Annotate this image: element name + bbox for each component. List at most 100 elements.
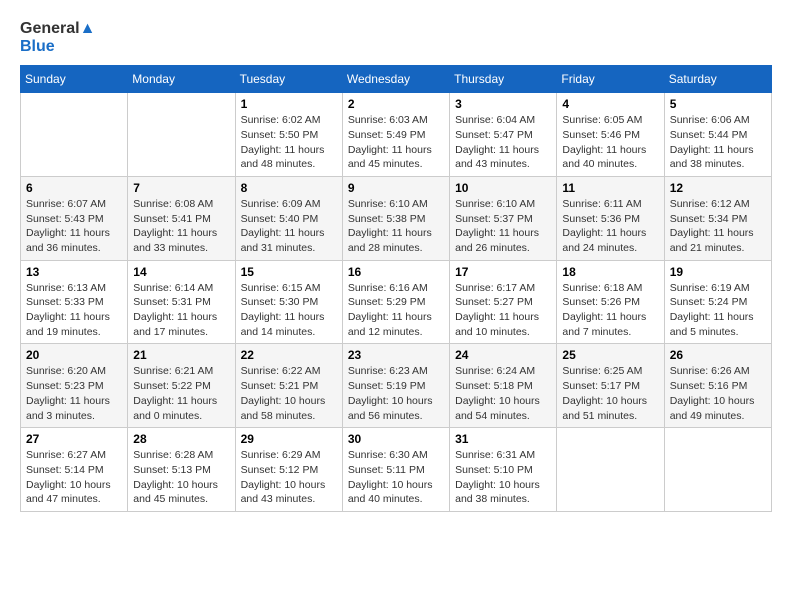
cell-text: Sunrise: 6:10 AM Sunset: 5:37 PM Dayligh… [455, 197, 551, 256]
cell-text: Sunrise: 6:02 AM Sunset: 5:50 PM Dayligh… [241, 113, 337, 172]
day-number: 8 [241, 181, 337, 195]
cell-text: Sunrise: 6:24 AM Sunset: 5:18 PM Dayligh… [455, 364, 551, 423]
header-cell-wednesday: Wednesday [342, 66, 449, 93]
calendar-cell: 11 Sunrise: 6:11 AM Sunset: 5:36 PM Dayli… [557, 176, 664, 260]
calendar-cell: 22Sunrise: 6:22 AM Sunset: 5:21 PM Dayli… [235, 344, 342, 428]
day-number: 24 [455, 348, 551, 362]
week-row-3: 13Sunrise: 6:13 AM Sunset: 5:33 PM Dayli… [21, 260, 772, 344]
day-number: 14 [133, 265, 229, 279]
calendar-cell: 24 Sunrise: 6:24 AM Sunset: 5:18 PM Dayli… [450, 344, 557, 428]
calendar-cell: 25 Sunrise: 6:25 AM Sunset: 5:17 PM Dayli… [557, 344, 664, 428]
day-number: 31 [455, 432, 551, 446]
calendar-cell: 27 Sunrise: 6:27 AM Sunset: 5:14 PM Dayli… [21, 428, 128, 512]
calendar-cell [128, 93, 235, 177]
calendar-cell: 10 Sunrise: 6:10 AM Sunset: 5:37 PM Dayli… [450, 176, 557, 260]
cell-text: Sunrise: 6:18 AM Sunset: 5:26 PM Dayligh… [562, 281, 658, 340]
header-cell-monday: Monday [128, 66, 235, 93]
calendar-cell: 30 Sunrise: 6:30 AM Sunset: 5:11 PM Dayli… [342, 428, 449, 512]
calendar-cell: 19Sunrise: 6:19 AM Sunset: 5:24 PM Dayli… [664, 260, 771, 344]
header-cell-thursday: Thursday [450, 66, 557, 93]
calendar-cell: 13Sunrise: 6:13 AM Sunset: 5:33 PM Dayli… [21, 260, 128, 344]
cell-text: Sunrise: 6:09 AM Sunset: 5:40 PM Dayligh… [241, 197, 337, 256]
day-number: 2 [348, 97, 444, 111]
header-row: SundayMondayTuesdayWednesdayThursdayFrid… [21, 66, 772, 93]
cell-text: Sunrise: 6:15 AM Sunset: 5:30 PM Dayligh… [241, 281, 337, 340]
day-number: 6 [26, 181, 122, 195]
cell-text: Sunrise: 6:23 AM Sunset: 5:19 PM Dayligh… [348, 364, 444, 423]
cell-text: Sunrise: 6:20 AM Sunset: 5:23 PM Dayligh… [26, 364, 122, 423]
cell-text: Sunrise: 6:27 AM Sunset: 5:14 PM Dayligh… [26, 448, 122, 507]
calendar-cell: 26 Sunrise: 6:26 AM Sunset: 5:16 PM Dayli… [664, 344, 771, 428]
cell-text: Sunrise: 6:11 AM Sunset: 5:36 PM Dayligh… [562, 197, 658, 256]
day-number: 12 [670, 181, 766, 195]
calendar-cell: 28 Sunrise: 6:28 AM Sunset: 5:13 PM Dayli… [128, 428, 235, 512]
cell-text: Sunrise: 6:12 AM Sunset: 5:34 PM Dayligh… [670, 197, 766, 256]
calendar-cell: 16Sunrise: 6:16 AM Sunset: 5:29 PM Dayli… [342, 260, 449, 344]
calendar-cell: 4 Sunrise: 6:05 AM Sunset: 5:46 PM Daylig… [557, 93, 664, 177]
calendar-cell: 5 Sunrise: 6:06 AM Sunset: 5:44 PM Daylig… [664, 93, 771, 177]
calendar-cell: 29 Sunrise: 6:29 AM Sunset: 5:12 PM Dayli… [235, 428, 342, 512]
logo-blue: Blue [20, 38, 55, 56]
cell-text: Sunrise: 6:04 AM Sunset: 5:47 PM Dayligh… [455, 113, 551, 172]
cell-text: Sunrise: 6:05 AM Sunset: 5:46 PM Dayligh… [562, 113, 658, 172]
day-number: 29 [241, 432, 337, 446]
header-cell-sunday: Sunday [21, 66, 128, 93]
cell-text: Sunrise: 6:07 AM Sunset: 5:43 PM Dayligh… [26, 197, 122, 256]
cell-text: Sunrise: 6:17 AM Sunset: 5:27 PM Dayligh… [455, 281, 551, 340]
day-number: 28 [133, 432, 229, 446]
cell-text: Sunrise: 6:10 AM Sunset: 5:38 PM Dayligh… [348, 197, 444, 256]
cell-text: Sunrise: 6:28 AM Sunset: 5:13 PM Dayligh… [133, 448, 229, 507]
calendar-cell: 31 Sunrise: 6:31 AM Sunset: 5:10 PM Dayli… [450, 428, 557, 512]
day-number: 1 [241, 97, 337, 111]
day-number: 3 [455, 97, 551, 111]
cell-text: Sunrise: 6:26 AM Sunset: 5:16 PM Dayligh… [670, 364, 766, 423]
cell-text: Sunrise: 6:31 AM Sunset: 5:10 PM Dayligh… [455, 448, 551, 507]
day-number: 7 [133, 181, 229, 195]
header-cell-tuesday: Tuesday [235, 66, 342, 93]
day-number: 17 [455, 265, 551, 279]
calendar-cell: 12 Sunrise: 6:12 AM Sunset: 5:34 PM Dayli… [664, 176, 771, 260]
day-number: 10 [455, 181, 551, 195]
day-number: 9 [348, 181, 444, 195]
cell-text: Sunrise: 6:21 AM Sunset: 5:22 PM Dayligh… [133, 364, 229, 423]
cell-text: Sunrise: 6:25 AM Sunset: 5:17 PM Dayligh… [562, 364, 658, 423]
cell-text: Sunrise: 6:19 AM Sunset: 5:24 PM Dayligh… [670, 281, 766, 340]
page-header: General▲ Blue [20, 20, 772, 55]
cell-text: Sunrise: 6:29 AM Sunset: 5:12 PM Dayligh… [241, 448, 337, 507]
cell-text: Sunrise: 6:06 AM Sunset: 5:44 PM Dayligh… [670, 113, 766, 172]
week-row-5: 27 Sunrise: 6:27 AM Sunset: 5:14 PM Dayli… [21, 428, 772, 512]
day-number: 27 [26, 432, 122, 446]
day-number: 16 [348, 265, 444, 279]
day-number: 5 [670, 97, 766, 111]
calendar-cell: 8 Sunrise: 6:09 AM Sunset: 5:40 PM Daylig… [235, 176, 342, 260]
calendar-cell: 17 Sunrise: 6:17 AM Sunset: 5:27 PM Dayli… [450, 260, 557, 344]
day-number: 20 [26, 348, 122, 362]
cell-text: Sunrise: 6:14 AM Sunset: 5:31 PM Dayligh… [133, 281, 229, 340]
calendar-cell: 14 Sunrise: 6:14 AM Sunset: 5:31 PM Dayli… [128, 260, 235, 344]
calendar-cell: 2Sunrise: 6:03 AM Sunset: 5:49 PM Daylig… [342, 93, 449, 177]
day-number: 22 [241, 348, 337, 362]
day-number: 23 [348, 348, 444, 362]
calendar-cell: 18 Sunrise: 6:18 AM Sunset: 5:26 PM Dayli… [557, 260, 664, 344]
calendar-cell: 1 Sunrise: 6:02 AM Sunset: 5:50 PM Daylig… [235, 93, 342, 177]
day-number: 15 [241, 265, 337, 279]
calendar-cell: 3 Sunrise: 6:04 AM Sunset: 5:47 PM Daylig… [450, 93, 557, 177]
header-cell-friday: Friday [557, 66, 664, 93]
calendar-cell: 23 Sunrise: 6:23 AM Sunset: 5:19 PM Dayli… [342, 344, 449, 428]
week-row-2: 6 Sunrise: 6:07 AM Sunset: 5:43 PM Daylig… [21, 176, 772, 260]
day-number: 11 [562, 181, 658, 195]
day-number: 25 [562, 348, 658, 362]
day-number: 4 [562, 97, 658, 111]
calendar-cell: 21Sunrise: 6:21 AM Sunset: 5:22 PM Dayli… [128, 344, 235, 428]
week-row-4: 20 Sunrise: 6:20 AM Sunset: 5:23 PM Dayli… [21, 344, 772, 428]
day-number: 26 [670, 348, 766, 362]
calendar-cell: 6 Sunrise: 6:07 AM Sunset: 5:43 PM Daylig… [21, 176, 128, 260]
cell-text: Sunrise: 6:30 AM Sunset: 5:11 PM Dayligh… [348, 448, 444, 507]
calendar-table: SundayMondayTuesdayWednesdayThursdayFrid… [20, 65, 772, 512]
day-number: 18 [562, 265, 658, 279]
calendar-cell [557, 428, 664, 512]
calendar-cell: 7Sunrise: 6:08 AM Sunset: 5:41 PM Daylig… [128, 176, 235, 260]
day-number: 30 [348, 432, 444, 446]
calendar-cell: 9 Sunrise: 6:10 AM Sunset: 5:38 PM Daylig… [342, 176, 449, 260]
calendar-cell: 20 Sunrise: 6:20 AM Sunset: 5:23 PM Dayli… [21, 344, 128, 428]
